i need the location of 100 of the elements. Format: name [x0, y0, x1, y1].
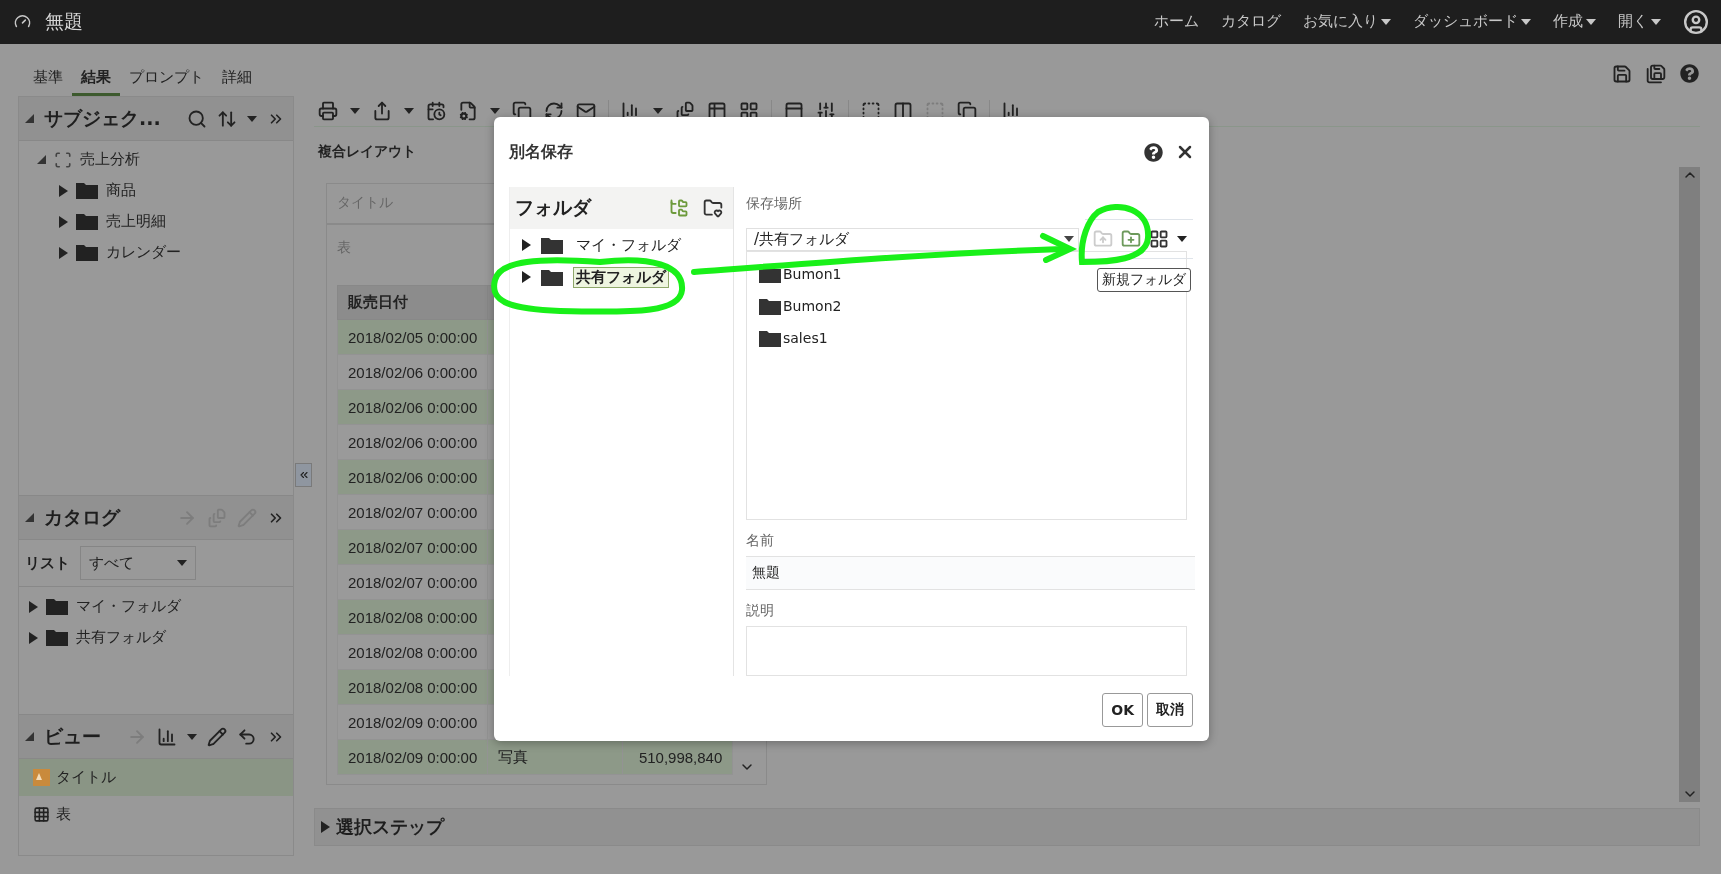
- table-cell: 2018/02/06 0:00:00: [337, 389, 488, 425]
- tab[interactable]: プロンプト: [120, 68, 213, 96]
- table-cell: 2018/02/07 0:00:00: [337, 529, 488, 565]
- help-icon[interactable]: [1680, 64, 1699, 83]
- export-icon[interactable]: [372, 101, 392, 121]
- caret-icon: [1586, 18, 1596, 25]
- location-dropdown[interactable]: /共有フォルダ: [746, 227, 1079, 251]
- undo-icon[interactable]: [237, 726, 257, 747]
- description-field[interactable]: [746, 625, 1187, 676]
- caret-icon: [247, 115, 257, 122]
- expand-icon[interactable]: [29, 600, 38, 613]
- collapse-icon[interactable]: [25, 732, 34, 741]
- nav-menu-item[interactable]: 開く: [1618, 12, 1661, 32]
- collapse-icon[interactable]: [37, 155, 46, 164]
- view-item[interactable]: 表: [19, 796, 293, 833]
- collapse-handle[interactable]: [295, 463, 312, 487]
- column-header: 販売日付: [337, 285, 488, 320]
- table-cell: 写真: [487, 739, 623, 775]
- table-cell: 2018/02/08 0:00:00: [337, 634, 488, 670]
- nav-menu-item[interactable]: ホーム: [1154, 12, 1199, 32]
- caret-icon: [653, 108, 663, 114]
- table-cell: 2018/02/06 0:00:00: [337, 424, 488, 460]
- tree-item[interactable]: 商品: [106, 181, 136, 200]
- layout-heading: 複合レイアウト: [318, 143, 416, 161]
- expand-icon[interactable]: [59, 215, 68, 228]
- scrollbar[interactable]: [1679, 167, 1700, 802]
- new-folder-icon[interactable]: [1121, 229, 1141, 249]
- folder-item[interactable]: Bumon1: [783, 266, 842, 282]
- nav-menu-item[interactable]: カタログ: [1221, 12, 1281, 32]
- expand-icon[interactable]: [59, 184, 68, 197]
- tab[interactable]: 基準: [24, 68, 72, 96]
- view-item[interactable]: タイトル: [19, 759, 293, 796]
- table-cell: 2018/02/08 0:00:00: [337, 599, 488, 635]
- folder-icon: [46, 629, 68, 646]
- cancel-button[interactable]: 取消: [1147, 693, 1193, 727]
- tree-item[interactable]: 共有フォルダ: [76, 628, 166, 647]
- printer-icon[interactable]: [318, 101, 338, 121]
- calendar-icon[interactable]: [426, 101, 446, 121]
- nav-menu-item[interactable]: お気に入り: [1303, 12, 1391, 32]
- subject-area-icon: [54, 150, 72, 169]
- folder-icon: [759, 329, 781, 347]
- folder-icon: [76, 182, 98, 199]
- folder-item[interactable]: 共有フォルダ: [573, 266, 669, 288]
- pencil-icon[interactable]: [207, 726, 227, 747]
- nav-menu-item[interactable]: 作成: [1553, 12, 1596, 32]
- list-dropdown[interactable]: すべて: [80, 546, 196, 580]
- save-icon[interactable]: [1612, 64, 1632, 84]
- ok-button[interactable]: OK: [1102, 693, 1143, 727]
- caret-icon: [1521, 18, 1531, 25]
- caret-icon: [1177, 236, 1187, 242]
- view-icon[interactable]: [1149, 229, 1169, 249]
- user-icon[interactable]: [1683, 8, 1709, 35]
- caret-icon: [404, 108, 414, 114]
- panel-title: サブジェク...: [44, 105, 161, 131]
- folder-icon: [76, 244, 98, 261]
- table-cell: 510,998,840: [622, 739, 733, 775]
- list-label: リスト: [25, 553, 70, 573]
- sort-icon[interactable]: [217, 108, 237, 129]
- tab[interactable]: 詳細: [213, 68, 261, 96]
- table-cell: 2018/02/07 0:00:00: [337, 564, 488, 600]
- panel-title: ビュー: [44, 723, 101, 749]
- name-field[interactable]: 無題: [746, 555, 1195, 590]
- caret-icon: [187, 733, 197, 740]
- collapse-icon[interactable]: [25, 114, 34, 123]
- tree-item[interactable]: カレンダー: [106, 243, 181, 262]
- help-icon[interactable]: [1144, 142, 1163, 162]
- caret-icon: [350, 108, 360, 114]
- selection-steps-bar[interactable]: 選択ステップ: [314, 808, 1700, 846]
- folder-item[interactable]: sales1: [783, 330, 828, 346]
- folder-icon: [759, 297, 781, 315]
- expand-icon[interactable]: [522, 271, 531, 283]
- folder-icon: [76, 213, 98, 230]
- expand-icon[interactable]: [522, 239, 531, 251]
- folder-item[interactable]: Bumon2: [783, 298, 842, 314]
- tree-item[interactable]: 売上明細: [106, 212, 166, 231]
- tree-item[interactable]: マイ・フォルダ: [76, 597, 181, 616]
- favorite-folder-icon[interactable]: [703, 198, 723, 218]
- document-icon[interactable]: [458, 101, 478, 121]
- folder-icon: [46, 598, 68, 615]
- save-as-icon[interactable]: [1646, 64, 1666, 84]
- folder-tree-icon[interactable]: [669, 198, 689, 218]
- tree-item[interactable]: 売上分析: [80, 150, 140, 169]
- table-cell: 2018/02/09 0:00:00: [337, 704, 488, 740]
- title-view-icon: [33, 769, 50, 786]
- folder-item[interactable]: マイ・フォルダ: [573, 234, 684, 256]
- expand-icon[interactable]: [59, 246, 68, 259]
- caret-icon: [490, 108, 500, 114]
- table-icon: [33, 806, 50, 823]
- expand-icon[interactable]: [29, 631, 38, 644]
- table-cell: 2018/02/09 0:00:00: [337, 739, 488, 775]
- collapse-icon[interactable]: [25, 513, 34, 522]
- app-title: 無題: [45, 8, 83, 34]
- panel-title: カタログ: [44, 504, 120, 530]
- folder-icon: [541, 236, 563, 254]
- caret-icon: [1064, 236, 1074, 242]
- nav-menu-item[interactable]: ダッシュボード: [1413, 12, 1531, 32]
- search-icon[interactable]: [187, 108, 207, 129]
- add-chart-icon[interactable]: [157, 726, 177, 747]
- table-cell: 2018/02/08 0:00:00: [337, 669, 488, 705]
- table-cell: 2018/02/06 0:00:00: [337, 459, 488, 495]
